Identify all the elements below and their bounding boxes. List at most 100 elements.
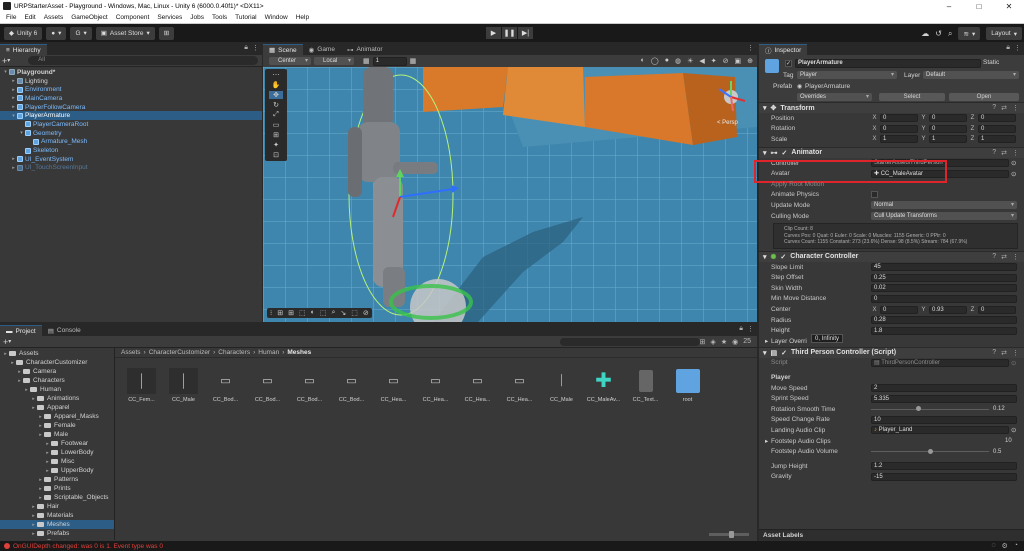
asset-item[interactable]: ⏐ CC_Male <box>547 368 576 403</box>
footstep-clips-count[interactable]: 10 <box>1005 438 1012 444</box>
audio-icon[interactable]: ◀ <box>699 57 704 65</box>
asset-item[interactable]: CC_Text... <box>631 368 660 403</box>
hierarchy-item[interactable]: ▸ UI_TouchScreenInput <box>0 164 262 173</box>
overlay-tool-2-icon[interactable]: ⊞ <box>277 309 283 317</box>
tab-scene[interactable]: ▦ Scene <box>263 44 303 55</box>
breadcrumb-item[interactable]: CharacterCustomizer <box>149 349 210 356</box>
transform-header[interactable]: ▾ ✥ Transform ? ⇄ ⋮ <box>759 102 1024 113</box>
folder-item[interactable]: ▸ Footwear <box>0 439 114 448</box>
folder-item[interactable]: ▸ CharacterCustomizer <box>0 358 114 367</box>
lock-icon[interactable]: 🔒︎ <box>244 44 248 52</box>
overlay-tool-8-icon[interactable]: ↘ <box>340 309 346 317</box>
folder-item[interactable]: ▸ Camera <box>0 367 114 376</box>
preset-icon[interactable]: ⇄ <box>1001 349 1007 357</box>
asset-item[interactable]: ▭ CC_Bod... <box>337 368 366 403</box>
tag-dropdown[interactable]: Player <box>797 71 897 79</box>
chevron-icon[interactable]: ▸ <box>37 486 44 492</box>
chevron-down-icon[interactable]: ▾ <box>8 338 11 345</box>
chevron-icon[interactable]: ▸ <box>44 450 51 456</box>
folder-item[interactable]: ▸ Meshes <box>0 520 114 529</box>
asset-item[interactable]: ▭ CC_Hea... <box>463 368 492 403</box>
account-dropdown[interactable]: ● ▾ <box>46 26 67 40</box>
object-picker-icon[interactable]: ⊙ <box>1011 170 1016 178</box>
chevron-right-icon[interactable]: ▸ <box>10 95 17 101</box>
speed-change-field[interactable]: 10 <box>871 415 1017 424</box>
folder-item[interactable]: ▸ Assets <box>0 349 114 358</box>
breadcrumb-item[interactable]: Characters <box>218 349 250 356</box>
folder-item[interactable]: ▸ Prints <box>0 484 114 493</box>
breadcrumb-item[interactable]: Human <box>258 349 279 356</box>
cc-field-value[interactable]: 0.02 <box>871 284 1017 293</box>
transform-x-field[interactable]: 0 <box>880 124 918 133</box>
camera-icon[interactable]: ▣ <box>735 57 742 65</box>
effects-icon[interactable]: ✦ <box>711 57 717 65</box>
prefab-value[interactable]: PlayerArmature <box>805 83 850 90</box>
view-tool-icon[interactable]: ✋ <box>272 81 281 89</box>
footstep-volume-knob[interactable] <box>927 448 933 454</box>
shading-wire-icon[interactable]: ◯ <box>651 57 659 65</box>
shading-shaded-icon[interactable]: ● <box>665 57 669 65</box>
object-name-field[interactable]: PlayerArmature <box>795 59 981 68</box>
hierarchy-item[interactable]: ▾ Geometry <box>0 129 262 138</box>
preset-icon[interactable]: ⇄ <box>1001 149 1007 157</box>
step-button[interactable]: ▶| <box>518 27 533 39</box>
center-y-field[interactable]: 0.93 <box>929 305 967 314</box>
hierarchy-item[interactable]: Skeleton <box>0 146 262 155</box>
hierarchy-item[interactable]: PlayerCameraRoot <box>0 120 262 129</box>
move-tool-icon[interactable]: ✥ <box>269 91 283 99</box>
kebab-menu-icon[interactable]: ⋮ <box>252 44 259 52</box>
menu-tools[interactable]: Tools <box>208 14 231 21</box>
help-icon[interactable]: ? <box>992 253 996 261</box>
close-button[interactable]: ✕ <box>994 0 1024 12</box>
asset-item[interactable]: ▭ CC_Hea... <box>505 368 534 403</box>
tab-inspector[interactable]: ⓘ Inspector <box>759 44 808 55</box>
space-dropdown[interactable]: Local <box>314 57 354 65</box>
folder-item[interactable]: ▸ Materials <box>0 511 114 520</box>
enabled-checkbox[interactable]: ✓ <box>781 349 787 357</box>
static-toggle[interactable]: Static <box>983 59 999 66</box>
cc-field-value[interactable]: 0.25 <box>871 273 1017 282</box>
asset-store-button[interactable]: ▣ Asset Store ▾ <box>95 26 155 40</box>
chevron-icon[interactable]: ▸ <box>37 414 44 420</box>
asset-item[interactable]: ⏐ CC_Fem... <box>127 368 156 403</box>
character-controller-header[interactable]: ▾ ✺ ✓ Character Controller ? ⇄ ⋮ <box>759 250 1024 262</box>
chevron-icon[interactable]: ▸ <box>37 495 44 501</box>
footstep-volume-value[interactable]: 0.5 <box>993 449 1001 455</box>
transform-z-field[interactable]: 0 <box>978 124 1016 133</box>
animate-physics-checkbox[interactable] <box>871 191 878 199</box>
kebab-menu-icon[interactable]: ⋮ <box>1014 44 1021 52</box>
transform-tool-icon[interactable]: ⊞ <box>273 131 279 139</box>
chevron-right-icon[interactable]: ▸ <box>10 156 17 162</box>
chevron-icon[interactable]: ▸ <box>44 459 51 465</box>
snap-value-field[interactable]: 1 <box>372 56 407 66</box>
history-icon[interactable]: ↺ <box>935 29 942 38</box>
asset-item[interactable]: root <box>673 368 702 403</box>
debug-icon[interactable]: ⚙ <box>1001 542 1007 550</box>
overrides-dropdown[interactable]: Overrides <box>797 93 872 101</box>
layout-dropdown[interactable]: Layout ▾ <box>986 27 1022 40</box>
custom-tool-icon[interactable]: ✦ <box>273 141 279 149</box>
transform-y-field[interactable]: 0 <box>929 124 967 133</box>
hierarchy-item[interactable]: ▾ Playground* <box>0 68 262 77</box>
overlay-tool-9-icon[interactable]: ⬚ <box>351 309 358 317</box>
footstep-volume-slider[interactable] <box>871 448 989 456</box>
cc-field-value[interactable]: 45 <box>871 263 1017 272</box>
chevron-icon[interactable]: ▸ <box>30 531 37 537</box>
help-icon[interactable]: ? <box>992 349 996 357</box>
object-picker-icon[interactable]: ⊙ <box>1011 159 1016 167</box>
chevron-down-icon[interactable]: ▾ <box>7 57 10 64</box>
cc-field-value[interactable]: 0 <box>871 294 1017 303</box>
active-checkbox[interactable]: ✓ <box>785 60 792 67</box>
filter-type-icon[interactable]: ⊞ <box>700 338 706 346</box>
chevron-icon[interactable]: ▸ <box>37 477 44 483</box>
update-mode-dropdown[interactable]: Normal <box>871 201 1017 210</box>
footstep-clips-label[interactable]: Footstep Audio Clips <box>771 438 915 445</box>
layers-dropdown[interactable]: ≋ ▾ <box>958 27 981 40</box>
rotation-smooth-value[interactable]: 0.12 <box>993 406 1005 412</box>
layer-overrides-label[interactable]: Layer Overri <box>771 338 807 345</box>
chevron-right-icon[interactable]: ▸ <box>10 104 17 110</box>
menu-edit[interactable]: Edit <box>20 14 39 21</box>
chevron-icon[interactable]: ▸ <box>30 504 37 510</box>
kebab-menu-icon[interactable]: ⋮ <box>1012 349 1019 357</box>
kebab-menu-icon[interactable]: ⋮ <box>1012 104 1019 112</box>
